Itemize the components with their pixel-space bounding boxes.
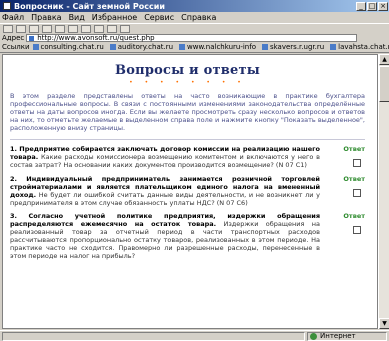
minimize-button[interactable]: _ [356,1,366,11]
answer-label: Ответ [343,212,365,220]
link-icon [109,44,116,50]
intro-text: В этом разделе представлены ответы на ча… [10,92,365,132]
question-body: Не будет ли ошибкой считать данные виды … [10,191,320,207]
menu-view[interactable]: Вид [69,13,85,22]
menu-tools[interactable]: Сервис [144,13,174,22]
answer-column: Ответ [320,175,365,207]
page-content: Вопросы и ответы • • • • • • • • В этом … [10,60,365,325]
answer-label: Ответ [343,145,365,153]
forward-icon[interactable] [16,24,26,33]
link-item[interactable]: lavahsta.chat.ru [330,43,389,51]
divider [10,139,365,140]
address-label: Адрес [2,33,25,42]
question-body: Какие расходы комиссионера возмещению ко… [10,153,321,169]
mail-icon[interactable] [107,24,117,33]
link-item[interactable]: www.nalchkuru-info [179,43,256,51]
window-titlebar[interactable]: Вопросник - Сайт земной России _ □ × [0,0,389,12]
address-input[interactable]: http://www.avonsoft.ru/quest.php [26,33,357,42]
question-number: 1. [10,145,17,153]
link-item[interactable]: consulting.chat.ru [32,43,104,51]
home-icon[interactable] [55,24,65,33]
address-url: http://www.avonsoft.ru/quest.php [37,33,155,42]
zone-label: Интернет [320,332,356,340]
stop-icon[interactable] [29,24,39,33]
internet-zone-icon [310,332,317,340]
scroll-up-button[interactable]: ▲ [379,54,389,65]
back-icon[interactable] [3,24,13,33]
links-label: Ссылки [2,43,30,51]
menu-help[interactable]: Справка [181,13,216,22]
answer-label: Ответ [343,175,365,183]
toolbar [0,23,389,33]
menu-edit[interactable]: Правка [31,13,61,22]
question-item: 1. Предприятие собирается заключать дого… [10,145,365,170]
scroll-down-button[interactable]: ▼ [379,318,389,329]
maximize-button[interactable]: □ [367,1,377,11]
history-icon[interactable] [94,24,104,33]
scroll-thumb[interactable] [379,66,389,102]
menu-favorites[interactable]: Избранное [92,13,137,22]
status-bar: Интернет [0,330,389,341]
page-icon [29,35,35,41]
question-number: 2. [10,175,17,183]
answer-column: Ответ [320,145,365,170]
question-text: 1. Предприятие собирается заключать дого… [10,145,320,170]
link-icon [330,44,337,50]
menu-bar: Файл Правка Вид Избранное Сервис Справка [0,12,389,23]
link-item[interactable]: auditory.chat.ru [109,43,173,51]
search-icon[interactable] [68,24,78,33]
answer-checkbox[interactable] [353,159,361,167]
answer-checkbox[interactable] [353,189,361,197]
question-item: 3. Согласно учетной политике предприятия… [10,212,365,260]
link-icon [179,44,186,50]
links-bar: Ссылки consulting.chat.ru auditory.chat.… [0,42,389,53]
vertical-scrollbar[interactable]: ▲ ▼ [378,54,389,329]
link-item[interactable]: skavers.r.ugr.ru [261,43,324,51]
question-text: 3. Согласно учетной политике предприятия… [10,212,320,260]
status-text-panel [2,331,305,341]
favorites-icon[interactable] [81,24,91,33]
close-button[interactable]: × [378,1,388,11]
page-viewport[interactable]: Вопросы и ответы • • • • • • • • В этом … [2,54,378,329]
link-icon [32,44,39,50]
window-title: Вопросник - Сайт земной России [14,1,165,11]
question-text: 2. Индивидуальный предприниматель занима… [10,175,320,207]
refresh-icon[interactable] [42,24,52,33]
question-item: 2. Индивидуальный предприниматель занима… [10,175,365,207]
security-zone-panel: Интернет [307,331,387,341]
page-title: Вопросы и ответы [115,63,260,78]
link-icon [261,44,268,50]
print-icon[interactable] [120,24,130,33]
browser-icon [3,2,11,10]
menu-file[interactable]: Файл [2,13,24,22]
question-number: 3. [10,212,17,220]
address-bar: Адрес http://www.avonsoft.ru/quest.php [0,33,389,42]
answer-checkbox[interactable] [353,226,361,234]
answer-column: Ответ [320,212,365,260]
title-decoration: • • • • • • • • [129,79,246,86]
